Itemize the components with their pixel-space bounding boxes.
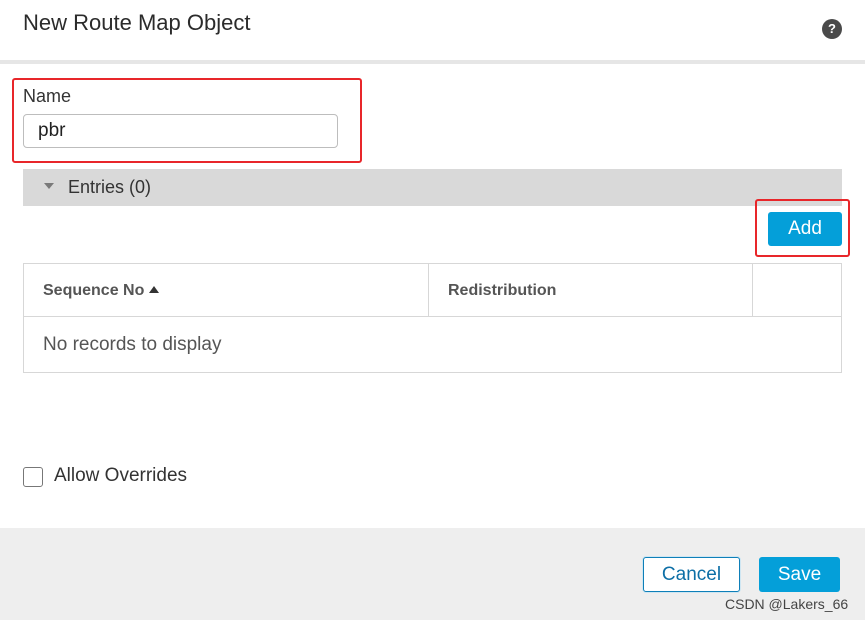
column-header-empty <box>753 264 841 316</box>
column-header-sequence-no[interactable]: Sequence No <box>24 264 429 316</box>
dialog-title: New Route Map Object <box>23 10 251 35</box>
entries-section-header[interactable]: Entries (0) <box>23 169 842 206</box>
header-separator <box>0 60 865 64</box>
allow-overrides-checkbox[interactable] <box>23 467 43 487</box>
column-header-label: Sequence No <box>43 282 145 299</box>
entries-table: Sequence No Redistribution No records to… <box>23 263 842 373</box>
column-header-redistribution[interactable]: Redistribution <box>429 264 753 316</box>
add-button[interactable]: Add <box>768 212 842 246</box>
save-button[interactable]: Save <box>759 557 840 592</box>
name-input[interactable] <box>23 114 338 148</box>
cancel-button[interactable]: Cancel <box>643 557 740 592</box>
table-header-row: Sequence No Redistribution <box>24 264 841 317</box>
empty-table-message: No records to display <box>43 334 222 355</box>
watermark: CSDN @Lakers_66 <box>725 596 849 612</box>
entries-label: Entries (0) <box>68 177 152 197</box>
allow-overrides-label[interactable]: Allow Overrides <box>54 465 187 487</box>
sort-ascending-icon[interactable] <box>149 286 160 293</box>
column-header-label: Redistribution <box>448 282 557 299</box>
help-icon[interactable]: ? <box>822 19 842 39</box>
caret-down-icon[interactable] <box>44 183 54 189</box>
name-label: Name <box>23 86 72 106</box>
